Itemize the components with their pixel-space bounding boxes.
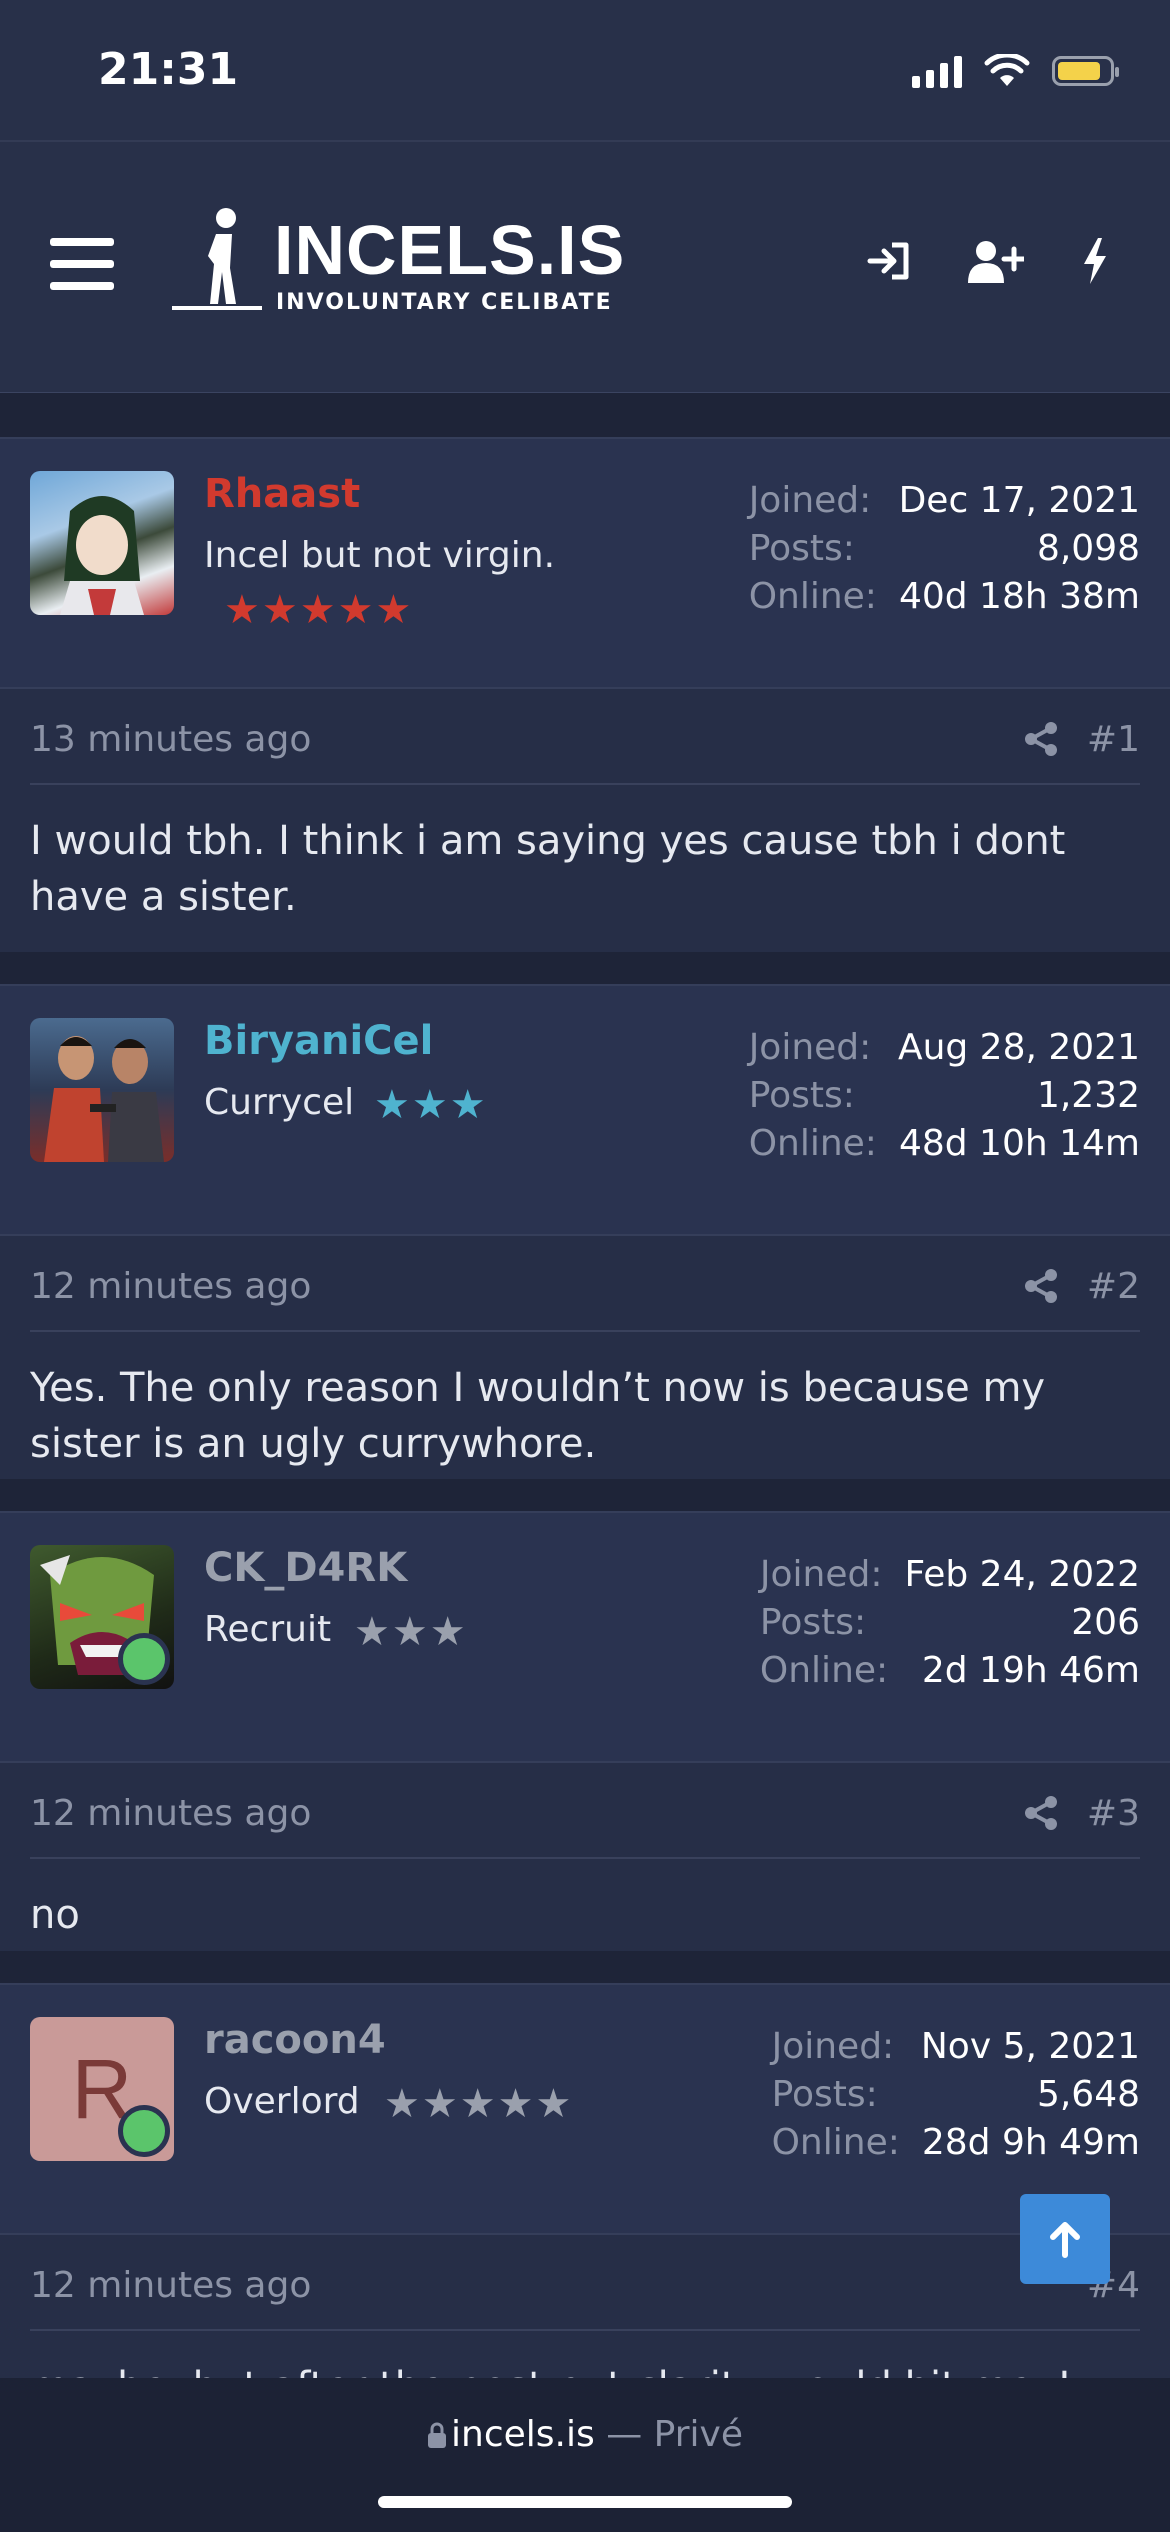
online-label: Online: [759,1650,889,1691]
online-value: 28d 9h 49m [921,2122,1140,2163]
online-status-indicator [118,2105,170,2157]
private-mode-label: Privé [653,2414,743,2455]
share-icon[interactable] [1024,721,1058,757]
stick-figure-logo-icon [172,208,262,310]
user-title: Overlord [204,2081,360,2122]
post-2: BiryaniCel Currycel ★★★ Joined: Aug 28, 2… [0,984,1170,1479]
posts-label: Posts: [748,1075,855,1116]
user-stats: Joined: Aug 28, 2021 Posts: 1,232 Online: 4… [749,1024,1140,1168]
avatar[interactable] [30,1018,174,1162]
online-status-indicator [118,1633,170,1685]
post-meta: 12 minutes ago #3 [30,1763,1140,1859]
battery-icon [1052,56,1119,86]
url-display[interactable]: incels.is — Privé [0,2414,1170,2455]
joined-label: Joined: [759,1554,883,1595]
user-title: Incel but not virgin. [204,535,556,576]
post-number[interactable]: #3 [1087,1793,1140,1834]
online-value: 48d 10h 14m [898,1123,1140,1164]
posts-value: 1,232 [1036,1075,1140,1116]
signal-icon [912,54,962,88]
online-value: 2d 19h 46m [921,1650,1140,1691]
posts-value: 8,098 [1036,528,1140,569]
divider [0,952,1170,984]
user-stats: Joined: Dec 17, 2021 Posts: 8,098 Online: 4… [749,477,1140,621]
posts-label: Posts: [759,1602,867,1643]
joined-value: Dec 17, 2021 [898,480,1140,521]
username[interactable]: Rhaast [204,471,360,517]
hamburger-menu-icon[interactable] [50,238,114,294]
posts-value: 5,648 [1036,2074,1140,2115]
post-time[interactable]: 12 minutes ago [30,2265,311,2306]
username[interactable]: BiryaniCel [204,1018,433,1064]
share-icon[interactable] [1024,1795,1058,1831]
status-time: 21:31 [98,44,239,95]
online-label: Online: [771,2122,900,2163]
post-meta: 12 minutes ago #2 [30,1236,1140,1332]
online-label: Online: [748,576,877,617]
post-number[interactable]: #2 [1087,1266,1140,1307]
rank-stars: ★★★ [374,1082,488,1128]
scroll-to-top-button[interactable] [1020,2194,1110,2284]
post-4: R racoon4 Overlord ★★★★★ Joined: Nov 5, 2… [0,1983,1170,2410]
post-time[interactable]: 12 minutes ago [30,1793,311,1834]
post-user-block: CK_D4RK Recruit ★★★ Joined: Feb 24, 2022 … [0,1511,1170,1763]
register-user-plus-icon[interactable] [968,239,1024,283]
user-title: Recruit [204,1609,332,1650]
divider [0,1951,1170,1983]
post-body: Yes. The only reason I wouldn’t now is b… [30,1365,1046,1467]
joined-label: Joined: [748,1027,872,1068]
rank-stars: ★★★★★ [384,2081,574,2127]
post-time[interactable]: 13 minutes ago [30,719,311,760]
posts-value: 206 [1071,1602,1140,1643]
post-user-block: R racoon4 Overlord ★★★★★ Joined: Nov 5, 2… [0,1983,1170,2235]
avatar[interactable] [30,471,174,615]
post-user-block: Rhaast Incel but not virgin. ★★★★★ Joine… [0,437,1170,689]
logo-title: INCELS.IS [274,211,626,289]
logo-subtitle: INVOLUNTARY CELIBATE [276,290,613,315]
joined-label: Joined: [771,2026,895,2067]
wifi-icon [984,54,1030,86]
arrow-up-icon [1050,2222,1080,2258]
user-stats: Joined: Nov 5, 2021 Posts: 5,648 Online: 28… [772,2023,1140,2167]
joined-label: Joined: [748,480,872,521]
post-1: Rhaast Incel but not virgin. ★★★★★ Joine… [0,437,1170,952]
post-user-block: BiryaniCel Currycel ★★★ Joined: Aug 28, 2… [0,984,1170,1236]
rank-stars: ★★★★★ [224,587,414,633]
post-number[interactable]: #1 [1087,719,1140,760]
divider [0,393,1170,437]
lock-icon [428,2422,447,2448]
site-header: INCELS.IS INVOLUNTARY CELIBATE [0,140,1170,395]
post-3: CK_D4RK Recruit ★★★ Joined: Feb 24, 2022 … [0,1511,1170,1951]
online-label: Online: [748,1123,877,1164]
bolt-icon[interactable] [1080,238,1110,284]
posts-label: Posts: [748,528,855,569]
post-meta: 13 minutes ago #1 [30,689,1140,785]
username[interactable]: racoon4 [204,2017,386,2063]
status-icons [912,54,1119,88]
login-icon[interactable] [866,241,912,281]
post-body: no [30,1892,80,1938]
url-separator: — [606,2414,643,2455]
rank-stars: ★★★ [354,1609,468,1655]
home-indicator [378,2496,792,2508]
post-body: I would tbh. I think i am saying yes cau… [30,818,1066,920]
joined-value: Nov 5, 2021 [920,2026,1140,2067]
post-meta: 12 minutes ago #4 [30,2235,1140,2331]
url-domain: incels.is [451,2414,595,2455]
post-time[interactable]: 12 minutes ago [30,1266,311,1307]
status-bar: 21:31 [0,0,1170,140]
user-stats: Joined: Feb 24, 2022 Posts: 206 Online: 2d … [760,1551,1140,1695]
browser-url-bar[interactable]: incels.is — Privé [0,2378,1170,2532]
online-value: 40d 18h 38m [898,576,1140,617]
joined-value: Aug 28, 2021 [897,1027,1140,1068]
share-icon[interactable] [1024,1268,1058,1304]
joined-value: Feb 24, 2022 [904,1554,1141,1595]
user-title: Currycel [204,1082,355,1123]
posts-label: Posts: [771,2074,878,2115]
divider [0,1479,1170,1511]
username[interactable]: CK_D4RK [204,1545,407,1591]
